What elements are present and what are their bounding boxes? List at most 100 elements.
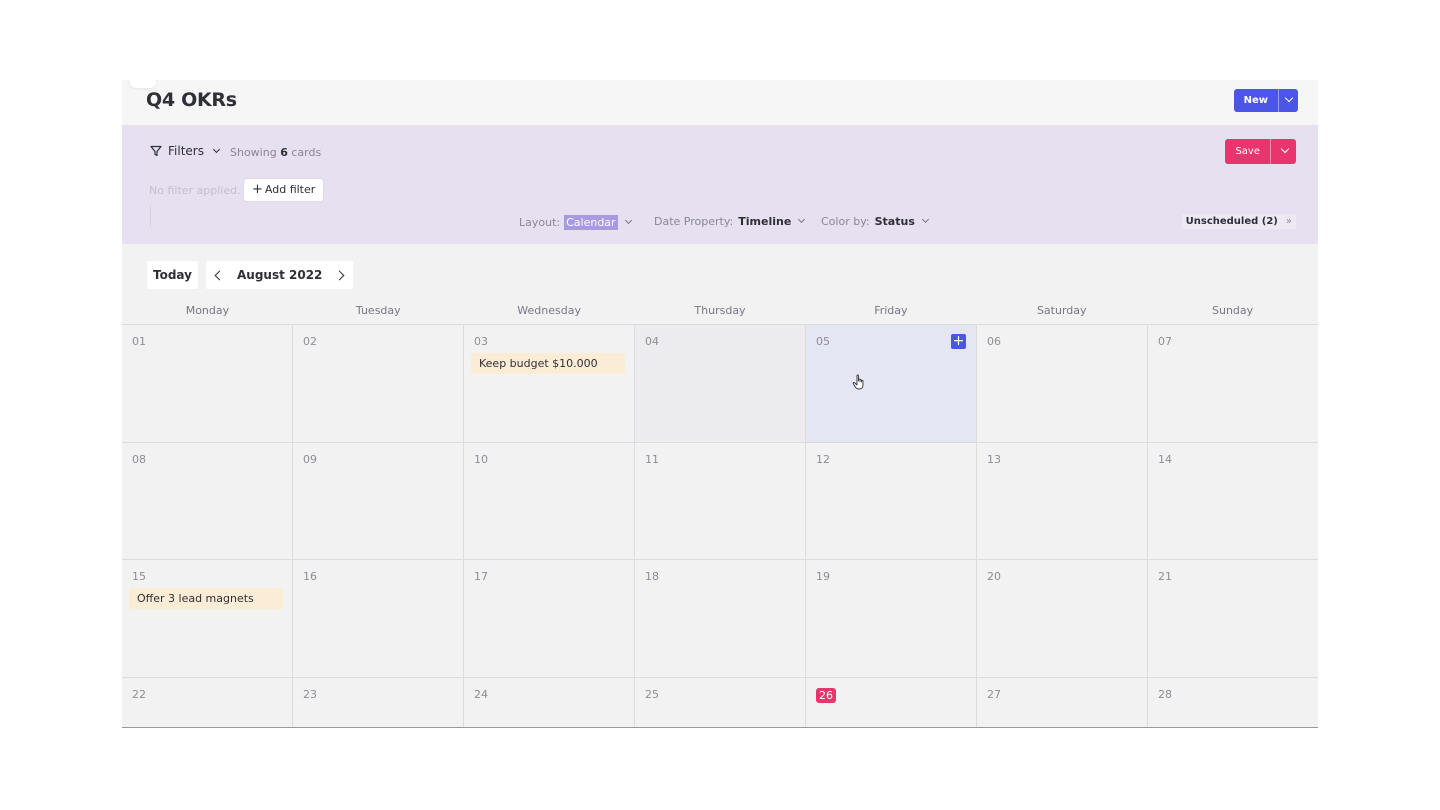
- color-by-label: Color by:: [821, 215, 870, 228]
- day-number: 25: [645, 687, 659, 701]
- sidebar-toggle[interactable]: [130, 80, 156, 88]
- chevron-down-icon: [1280, 144, 1290, 154]
- calendar-day[interactable]: 26: [806, 677, 977, 727]
- day-number: 14: [1158, 452, 1172, 466]
- calendar-card[interactable]: Offer 3 lead magnets: [129, 588, 283, 609]
- day-number: 22: [132, 687, 146, 701]
- day-number: 06: [987, 335, 1001, 348]
- showing-number: 6: [280, 146, 288, 159]
- calendar-day[interactable]: 27: [977, 677, 1148, 727]
- filters-label: Filters: [168, 144, 204, 158]
- day-number: 21: [1158, 570, 1172, 583]
- weekday-label: Thursday: [694, 304, 746, 317]
- today-day-number: 26: [816, 687, 836, 703]
- calendar-week: 22 23 24 25 26 27 28: [122, 676, 1318, 728]
- layout-selector[interactable]: Layout: Calendar: [519, 215, 632, 230]
- calendar-day[interactable]: 21: [1148, 560, 1318, 677]
- showing-count: Showing 6 cards: [230, 146, 321, 159]
- add-filter-button[interactable]: + Add filter: [244, 179, 324, 201]
- day-number: 01: [132, 335, 146, 348]
- day-number: 23: [303, 687, 317, 701]
- date-property-selector[interactable]: Date Property: Timeline: [654, 215, 806, 228]
- calendar-navigation: Today August 2022: [147, 261, 354, 289]
- calendar-day[interactable]: 05 +: [806, 325, 977, 442]
- calendar-day[interactable]: 19: [806, 560, 977, 677]
- today-button[interactable]: Today: [147, 261, 198, 289]
- unscheduled-label: Unscheduled (2): [1185, 216, 1278, 227]
- calendar-day[interactable]: 13: [977, 442, 1148, 559]
- layout-value: Calendar: [564, 215, 618, 230]
- chevron-down-icon: [1284, 93, 1294, 103]
- chevron-down-icon: [798, 215, 806, 224]
- weekday-label: Saturday: [1036, 304, 1087, 317]
- calendar-day[interactable]: 23: [293, 677, 464, 727]
- calendar-day[interactable]: 10: [464, 442, 635, 559]
- calendar-day[interactable]: 11: [635, 442, 806, 559]
- chevron-down-icon: [624, 216, 632, 225]
- double-chevron-right-icon: »: [1285, 216, 1292, 227]
- date-property-label: Date Property:: [654, 215, 734, 228]
- day-number: 04: [645, 335, 659, 348]
- add-card-button[interactable]: +: [951, 334, 966, 349]
- chevron-right-icon[interactable]: [334, 270, 345, 280]
- calendar-week: 15 Offer 3 lead magnets 16 17 18 19 20 2…: [122, 559, 1318, 677]
- weekday-label: Tuesday: [355, 304, 401, 317]
- calendar-day[interactable]: 28: [1148, 678, 1318, 728]
- calendar-day[interactable]: 22: [122, 677, 293, 727]
- hand-cursor-icon: [852, 374, 866, 394]
- color-by-selector[interactable]: Color by: Status: [821, 215, 929, 228]
- day-number: 12: [816, 452, 830, 466]
- calendar-day[interactable]: 02: [293, 325, 464, 442]
- showing-suffix: cards: [291, 146, 322, 159]
- calendar-day[interactable]: 08: [122, 442, 293, 559]
- weekday-label: Wednesday: [517, 304, 581, 317]
- calendar-day[interactable]: 18: [635, 560, 806, 677]
- month-switcher: August 2022: [205, 261, 354, 289]
- day-number: 05: [816, 335, 830, 348]
- calendar-day[interactable]: 07: [1148, 325, 1318, 442]
- chevron-left-icon[interactable]: [214, 270, 225, 280]
- current-month: August 2022: [236, 268, 323, 282]
- no-filter-text: No filter applied.: [149, 184, 241, 197]
- chevron-down-icon: [212, 145, 221, 153]
- calendar-day[interactable]: 03 Keep budget $10.000: [464, 325, 635, 442]
- save-button[interactable]: Save: [1225, 139, 1270, 164]
- weekday-label: Sunday: [1212, 304, 1254, 317]
- calendar-week: 08 09 10 11 12 13 14: [122, 441, 1318, 560]
- calendar-day[interactable]: 09: [293, 442, 464, 559]
- new-dropdown-button[interactable]: [1278, 89, 1298, 112]
- day-number: 15: [132, 570, 146, 583]
- filters-button[interactable]: Filters: [150, 144, 221, 158]
- day-number: 11: [645, 452, 659, 466]
- day-number: 03: [474, 335, 488, 348]
- layout-label: Layout:: [519, 216, 561, 229]
- calendar-day[interactable]: 25: [635, 677, 806, 727]
- add-filter-label: Add filter: [264, 183, 316, 196]
- day-number: 18: [645, 570, 659, 583]
- calendar-day[interactable]: 17: [464, 560, 635, 677]
- calendar-day[interactable]: 12: [806, 442, 977, 559]
- showing-prefix: Showing: [230, 146, 277, 159]
- day-number: 02: [303, 335, 317, 348]
- day-number: 07: [1158, 335, 1172, 348]
- calendar-day[interactable]: 01: [122, 325, 293, 442]
- new-button[interactable]: New: [1234, 89, 1278, 112]
- calendar-day[interactable]: 15 Offer 3 lead magnets: [122, 560, 293, 677]
- save-dropdown-button[interactable]: [1270, 139, 1296, 164]
- calendar-day[interactable]: 06: [977, 325, 1148, 442]
- unscheduled-toggle[interactable]: Unscheduled (2) »: [1181, 214, 1296, 229]
- calendar-day[interactable]: 14: [1148, 443, 1318, 560]
- day-number: 28: [1158, 687, 1172, 701]
- calendar-day[interactable]: 04: [635, 325, 806, 442]
- calendar-grid: 01 02 03 Keep budget $10.000 04 05 + 06 …: [122, 324, 1318, 728]
- calendar-day[interactable]: 16: [293, 560, 464, 677]
- calendar-week: 01 02 03 Keep budget $10.000 04 05 + 06 …: [122, 324, 1318, 442]
- top-bar: Q4 OKRs New: [122, 80, 1318, 125]
- calendar-day[interactable]: 24: [464, 677, 635, 727]
- funnel-icon: [150, 145, 162, 157]
- calendar-card[interactable]: Keep budget $10.000: [471, 353, 625, 374]
- day-number: 16: [303, 570, 317, 583]
- weekday-header: Monday Tuesday Wednesday Thursday Friday…: [122, 304, 1318, 317]
- calendar-day[interactable]: 20: [977, 560, 1148, 677]
- app-window: Q4 OKRs New Filters Showing 6 cards No f…: [122, 80, 1318, 728]
